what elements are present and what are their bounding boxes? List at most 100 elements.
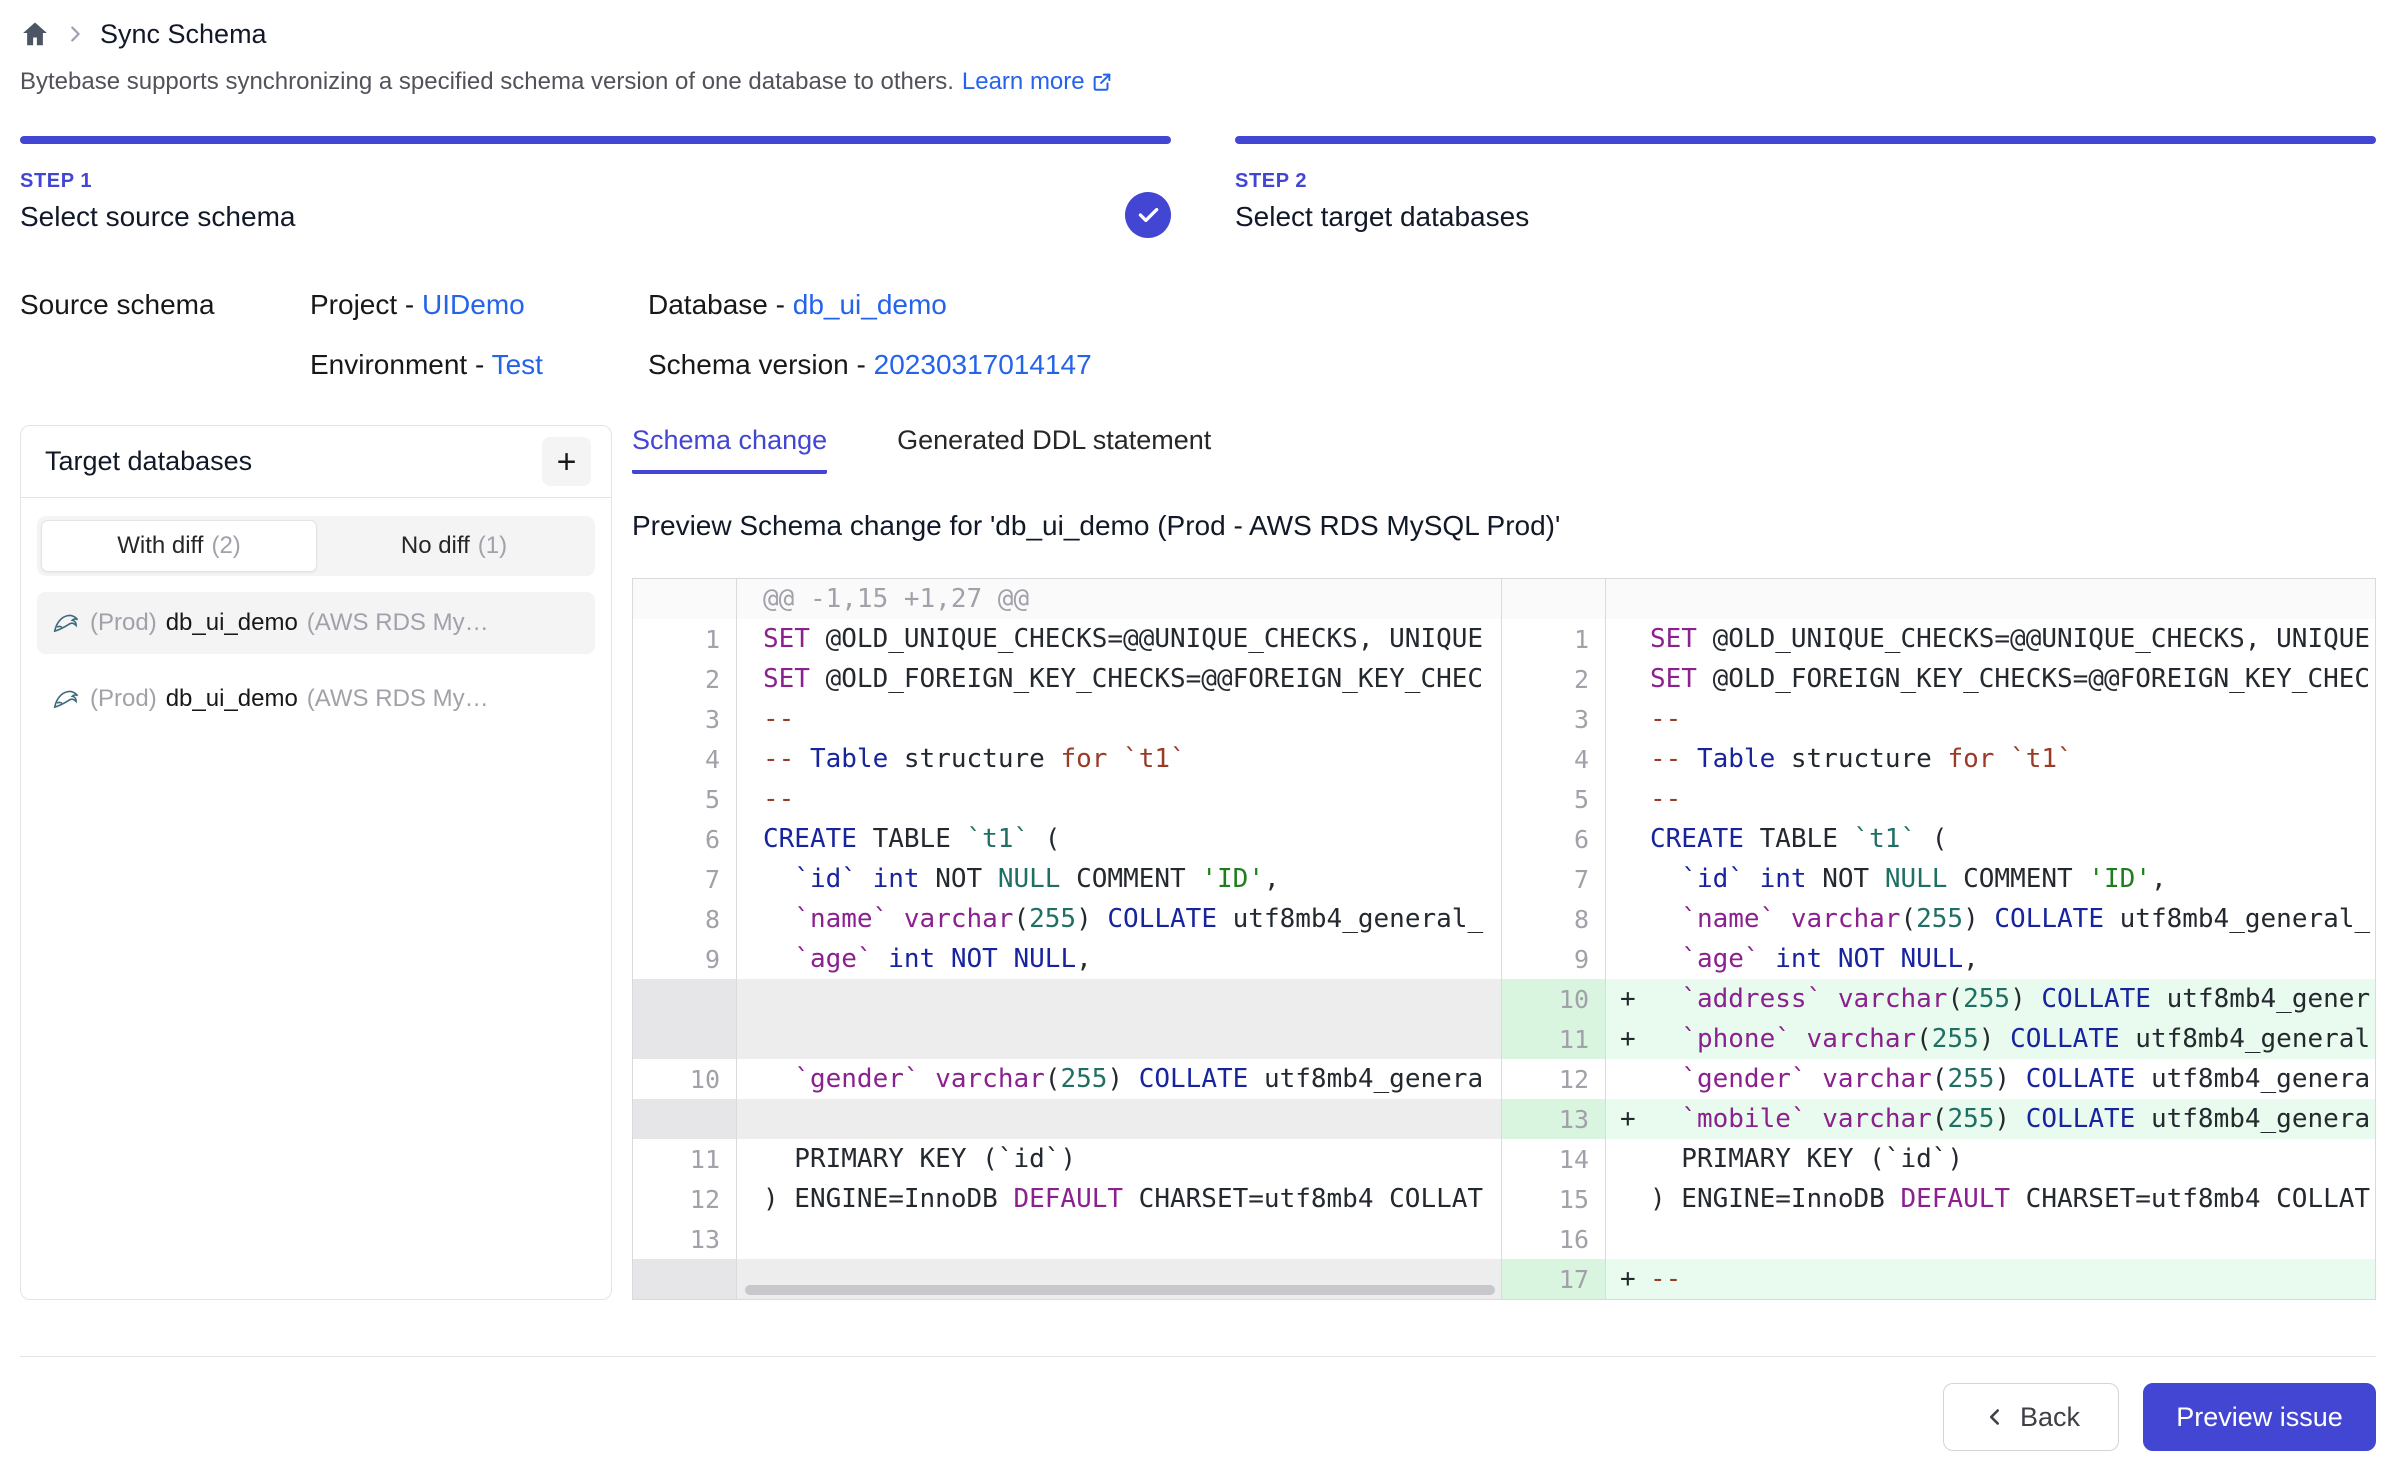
code-text: -- Table structure for `t1`: [1650, 744, 2375, 774]
diff-line: 13: [633, 1219, 1501, 1259]
target-databases-panel: Target databases + With diff (2) No diff…: [20, 425, 612, 1300]
line-number: [633, 1019, 737, 1059]
database-name: db_ui_demo: [166, 609, 298, 637]
tab-generated-ddl[interactable]: Generated DDL statement: [897, 425, 1211, 474]
diff-filter-tabs: With diff (2) No diff (1): [37, 516, 595, 576]
source-schema-summary: Source schema Project - UIDemo Database …: [20, 289, 2376, 381]
chevron-right-icon: [64, 23, 86, 45]
diff-hunk-row: @@ -1,15 +1,27 @@: [633, 579, 1501, 619]
add-database-button[interactable]: +: [542, 437, 591, 486]
line-number: 11: [1502, 1019, 1606, 1059]
diff-line: [633, 1099, 1501, 1139]
tab-schema-change[interactable]: Schema change: [632, 425, 827, 474]
line-number: 5: [633, 779, 737, 819]
diff-line: 13+ `mobile` varchar(255) COLLATE utf8mb…: [1502, 1099, 2375, 1139]
step-1-title: Select source schema: [20, 201, 1171, 233]
diff-line: 12 `gender` varchar(255) COLLATE utf8mb4…: [1502, 1059, 2375, 1099]
diff-line: 2SET @OLD_FOREIGN_KEY_CHECKS=@@FOREIGN_K…: [1502, 659, 2375, 699]
diff-line: [633, 979, 1501, 1019]
code-text: `name` varchar(255) COLLATE utf8mb4_gene…: [1650, 904, 2375, 934]
line-number: 13: [1502, 1099, 1606, 1139]
database-list: (Prod) db_ui_demo (AWS RDS MySQL Prod) (…: [37, 592, 595, 730]
tab-no-diff[interactable]: No diff (1): [317, 520, 591, 572]
target-databases-header: Target databases +: [21, 426, 611, 498]
line-number: 8: [1502, 899, 1606, 939]
diff-line: 5--: [633, 779, 1501, 819]
line-number: 1: [1502, 619, 1606, 659]
line-number: 6: [633, 819, 737, 859]
diff-sign: +: [1606, 1264, 1650, 1294]
diff-sign: +: [1606, 984, 1650, 1014]
diff-line: 17+--: [1502, 1259, 2375, 1299]
code-text: `age` int NOT NULL,: [737, 944, 1501, 974]
diff-line: 15) ENGINE=InnoDB DEFAULT CHARSET=utf8mb…: [1502, 1179, 2375, 1219]
code-text: -- Table structure for `t1`: [737, 744, 1501, 774]
code-text: `id` int NOT NULL COMMENT 'ID',: [1650, 864, 2375, 894]
diff-line: [633, 1019, 1501, 1059]
line-number: 10: [1502, 979, 1606, 1019]
diff-sign: +: [1606, 1104, 1650, 1134]
page-description: Bytebase supports synchronizing a specif…: [20, 68, 2376, 96]
database-instance: (AWS RDS MySQL Prod): [307, 609, 493, 637]
database-environment: (Prod): [90, 685, 157, 713]
horizontal-scrollbar[interactable]: [745, 1285, 1495, 1295]
preview-issue-button[interactable]: Preview issue: [2143, 1383, 2376, 1451]
footer-actions: Back Preview issue: [20, 1383, 2376, 1451]
source-schema-label: Source schema: [20, 289, 310, 381]
line-number: 2: [1502, 659, 1606, 699]
line-number: 7: [1502, 859, 1606, 899]
code-text: `gender` varchar(255) COLLATE utf8mb4_ge…: [737, 1064, 1501, 1094]
step-2-label: STEP 2: [1235, 170, 2376, 193]
diff-line: 9 `age` int NOT NULL,: [633, 939, 1501, 979]
learn-more-link[interactable]: Learn more: [962, 68, 1113, 96]
diff-line: 3--: [633, 699, 1501, 739]
back-button[interactable]: Back: [1943, 1383, 2119, 1451]
step-2: STEP 2 Select target databases: [1235, 136, 2376, 233]
code-text: `name` varchar(255) COLLATE utf8mb4_gene…: [737, 904, 1501, 934]
code-text: --: [1650, 1264, 2375, 1294]
diff-line: 16: [1502, 1219, 2375, 1259]
preview-area: Schema change Generated DDL statement Pr…: [632, 425, 2376, 1300]
tab-with-diff[interactable]: With diff (2): [41, 520, 317, 572]
step-1-label: STEP 1: [20, 170, 1171, 193]
home-icon[interactable]: [20, 19, 50, 49]
database-list-item[interactable]: (Prod) db_ui_demo (AWS RDS MySQL Prod): [37, 592, 595, 654]
line-number: 1: [633, 619, 737, 659]
code-text: CREATE TABLE `t1` (: [737, 824, 1501, 854]
target-databases-title: Target databases: [45, 446, 252, 477]
line-number: 7: [633, 859, 737, 899]
code-text: --: [1650, 704, 2375, 734]
diff-line: 7 `id` int NOT NULL COMMENT 'ID',: [1502, 859, 2375, 899]
diff-hunk-row: [1502, 579, 2375, 619]
database-instance: (AWS RDS MySQL Prod): [307, 685, 493, 713]
database-list-item[interactable]: (Prod) db_ui_demo (AWS RDS MySQL Prod): [37, 668, 595, 730]
footer-divider: [20, 1356, 2376, 1357]
line-number: 17: [1502, 1259, 1606, 1299]
diff-pane-source: @@ -1,15 +1,27 @@1SET @OLD_UNIQUE_CHECKS…: [633, 579, 1502, 1299]
line-number: 14: [1502, 1139, 1606, 1179]
code-text: @@ -1,15 +1,27 @@: [737, 584, 1501, 614]
preview-tabs: Schema change Generated DDL statement: [632, 425, 2376, 474]
diff-line: 9 `age` int NOT NULL,: [1502, 939, 2375, 979]
diff-line: 3--: [1502, 699, 2375, 739]
line-number: 10: [633, 1059, 737, 1099]
diff-sign: +: [1606, 1024, 1650, 1054]
code-text: --: [1650, 784, 2375, 814]
schema-version-link[interactable]: 20230317014147: [874, 349, 1092, 380]
line-number: 15: [1502, 1179, 1606, 1219]
line-number: 16: [1502, 1219, 1606, 1259]
line-number: [633, 979, 737, 1019]
database-link[interactable]: db_ui_demo: [793, 289, 947, 320]
environment-link[interactable]: Test: [492, 349, 543, 380]
diff-line: 6CREATE TABLE `t1` (: [633, 819, 1501, 859]
diff-line: 8 `name` varchar(255) COLLATE utf8mb4_ge…: [633, 899, 1501, 939]
breadcrumb: Sync Schema: [20, 16, 2376, 52]
page-title: Sync Schema: [100, 19, 267, 50]
line-number: [633, 1259, 737, 1299]
code-text: `address` varchar(255) COLLATE utf8mb4_g…: [1650, 984, 2375, 1014]
code-text: --: [737, 704, 1501, 734]
line-number: 9: [633, 939, 737, 979]
no-diff-count: (1): [478, 532, 507, 560]
project-link[interactable]: UIDemo: [422, 289, 525, 320]
code-text: `phone` varchar(255) COLLATE utf8mb4_gen…: [1650, 1024, 2375, 1054]
